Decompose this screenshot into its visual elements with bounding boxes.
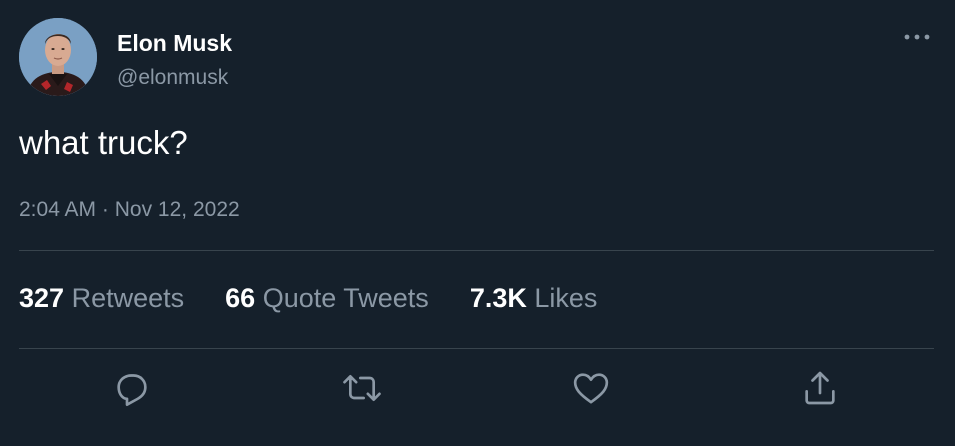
share-button[interactable]	[798, 366, 842, 410]
retweets-count: 327	[19, 283, 65, 313]
tweet-date[interactable]: Nov 12, 2022	[115, 198, 240, 221]
likes-stat[interactable]: 7.3K Likes	[470, 283, 598, 314]
divider-top	[19, 250, 934, 251]
retweet-button[interactable]	[340, 366, 384, 410]
avatar[interactable]	[19, 18, 97, 96]
likes-count: 7.3K	[469, 283, 527, 313]
divider-bottom	[19, 348, 934, 349]
quote-tweets-label: Quote Tweets	[262, 283, 429, 313]
share-icon	[805, 371, 835, 405]
quote-tweets-stat[interactable]: 66 Quote Tweets	[225, 283, 429, 314]
tweet-timestamp: 2:04 AM · Nov 12, 2022	[19, 198, 240, 222]
more-options-button[interactable]	[897, 22, 937, 52]
likes-label: Likes	[534, 283, 598, 313]
reply-button[interactable]	[110, 366, 154, 410]
more-options-icon	[904, 34, 930, 40]
tweet-time[interactable]: 2:04 AM	[19, 198, 96, 221]
retweets-stat[interactable]: 327 Retweets	[19, 283, 184, 314]
tweet-card: Elon Musk @elonmusk what truck? 2:04 AM …	[0, 0, 955, 446]
like-button[interactable]	[569, 366, 613, 410]
quote-tweets-count: 66	[225, 283, 256, 313]
author-name[interactable]: Elon Musk	[117, 30, 232, 57]
tweet-stats: 327 Retweets 66 Quote Tweets 7.3K Likes	[19, 283, 638, 314]
tweet-text: what truck?	[19, 124, 188, 161]
reply-icon	[117, 374, 147, 406]
retweet-icon	[343, 375, 381, 401]
avatar-image	[19, 18, 97, 96]
like-icon	[573, 373, 609, 404]
author-handle[interactable]: @elonmusk	[117, 66, 228, 90]
retweets-label: Retweets	[71, 283, 185, 313]
timestamp-separator: ·	[101, 198, 109, 221]
